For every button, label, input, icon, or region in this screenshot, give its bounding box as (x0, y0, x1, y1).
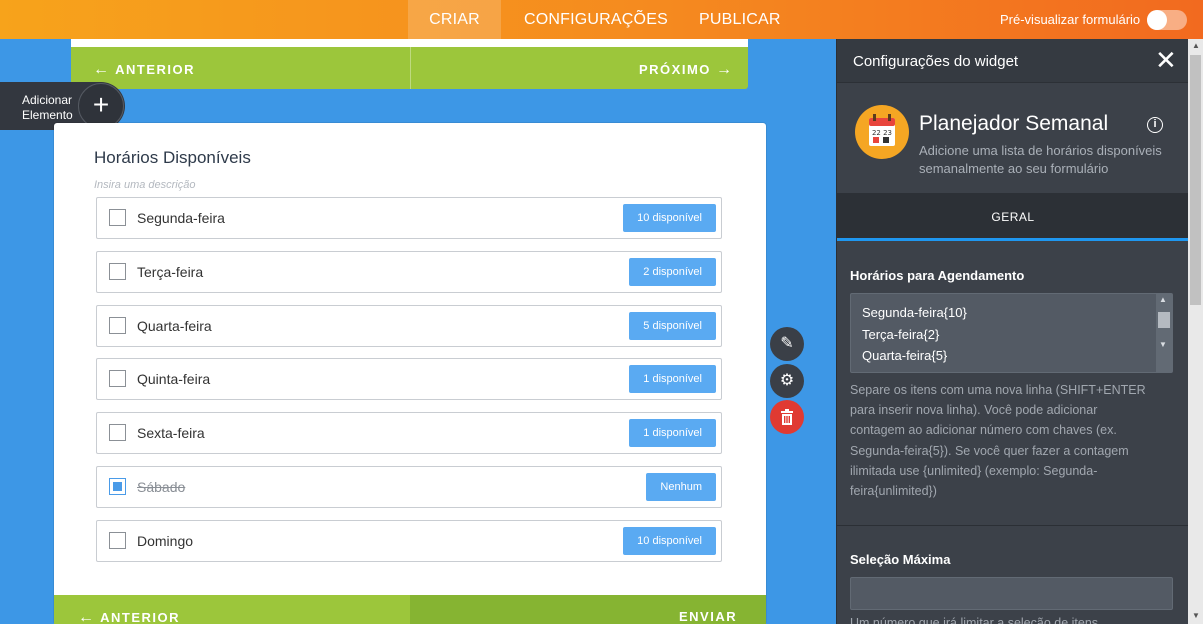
tab-underline (837, 238, 1189, 241)
scroll-up-icon[interactable]: ▲ (1159, 295, 1167, 304)
tab-publicar[interactable]: PUBLICAR (699, 0, 781, 39)
schedule-line: Terça-feira{2} (862, 326, 940, 342)
option-label: Sexta-feira (137, 425, 205, 441)
calendar-icon: 22 23 (855, 105, 909, 159)
schedule-label: Horários para Agendamento (850, 268, 1025, 283)
add-element-label-line1: Adicionar (22, 93, 73, 107)
calendar-icon-days: 22 23 (872, 129, 892, 137)
availability-badge: 10 disponível (623, 527, 716, 555)
widget-settings-panel: Configurações do widget ✕ 22 23 Planejad… (836, 39, 1189, 624)
tab-geral[interactable]: GERAL (837, 210, 1189, 224)
max-selection-label: Seleção Máxima (850, 552, 951, 567)
calendar-icon-svg: 22 23 (869, 114, 895, 146)
schedule-line: Quarta-feira{5} (862, 348, 948, 363)
option-checkbox[interactable] (109, 317, 126, 334)
option-row[interactable]: Segunda-feira 10 disponível (96, 197, 722, 239)
option-label: Segunda-feira (137, 210, 225, 226)
page-scrollbar[interactable]: ▲ ▼ (1188, 39, 1203, 624)
schedule-textarea[interactable]: Segunda-feira{10} Terça-feira{2} Quarta-… (850, 293, 1173, 373)
trash-icon[interactable] (770, 400, 804, 434)
option-label: Quarta-feira (137, 318, 212, 334)
option-row[interactable]: Sexta-feira 1 disponível (96, 412, 722, 454)
textarea-scrollbar[interactable]: ▲ ▼ (1156, 294, 1172, 372)
panel-title: Configurações do widget (853, 53, 1019, 70)
availability-badge: 10 disponível (623, 204, 716, 232)
option-label: Sábado (137, 479, 186, 495)
add-element-label: Adicionar Elemento (22, 93, 73, 123)
gear-icon[interactable]: ⚙ (770, 364, 804, 398)
preview-toggle[interactable] (1147, 10, 1187, 30)
option-label: Terça-feira (137, 264, 204, 280)
widget-description: Adicione uma lista de horários disponíve… (919, 143, 1162, 176)
prev-page-back-label: ANTERIOR (115, 62, 196, 77)
option-checkbox-checked[interactable] (109, 478, 126, 495)
widget-summary: 22 23 Planejador Semanal i Adicione uma … (837, 83, 1189, 193)
availability-badge: 1 disponível (629, 365, 716, 393)
form-card: Horários Disponíveis Insira uma descriçã… (54, 123, 766, 624)
max-selection-input[interactable] (850, 577, 1173, 610)
trash-icon-svg (781, 409, 793, 425)
form-footer: ← ANTERIOR ENVIAR (54, 595, 766, 624)
question-description[interactable]: Insira uma descrição (94, 179, 196, 191)
option-label: Domingo (137, 533, 194, 549)
prev-page-next-label: PRÓXIMO (639, 62, 711, 77)
availability-badge: 2 disponível (629, 258, 716, 286)
prev-page-back-button[interactable]: ← ANTERIOR (93, 61, 195, 79)
nav-divider (410, 47, 411, 89)
previous-page-card: ← ANTERIOR PRÓXIMO → (71, 39, 748, 89)
preview-form-label: Pré-visualizar formulário (1000, 12, 1141, 27)
schedule-help-text: Separe os itens com uma nova linha (SHIF… (850, 383, 1146, 499)
arrow-left-icon: ← (78, 609, 96, 624)
textarea-scroll-thumb[interactable] (1158, 312, 1170, 328)
scroll-down-icon[interactable]: ▼ (1192, 611, 1200, 620)
option-label: Quinta-feira (137, 371, 211, 387)
top-navigation-bar: CRIAR CONFIGURAÇÕES PUBLICAR Pré-visuali… (0, 0, 1203, 39)
availability-badge: Nenhum (646, 473, 716, 501)
panel-header: Configurações do widget ✕ (837, 39, 1189, 83)
toggle-knob (1147, 10, 1167, 30)
magic-wand-icon[interactable]: ✎ (770, 327, 804, 361)
tab-criar[interactable]: CRIAR (408, 0, 501, 39)
previous-page-card-bottom (71, 39, 748, 47)
max-selection-help: Um número que irá limitar a seleção de i… (850, 616, 1099, 624)
option-checkbox[interactable] (109, 532, 126, 549)
panel-tabbar: GERAL (837, 193, 1189, 241)
widget-name: Planejador Semanal (919, 112, 1109, 135)
form-back-button[interactable]: ← ANTERIOR (78, 609, 180, 624)
add-element-label-line2: Elemento (22, 108, 73, 122)
option-row[interactable]: Sábado Nenhum (96, 466, 722, 508)
option-checkbox[interactable] (109, 263, 126, 280)
prev-page-next-button[interactable]: PRÓXIMO → (639, 61, 734, 79)
option-checkbox[interactable] (109, 424, 126, 441)
form-back-label: ANTERIOR (100, 610, 181, 624)
option-checkbox[interactable] (109, 370, 126, 387)
page-scroll-thumb[interactable] (1190, 55, 1201, 305)
arrow-right-icon: → (716, 61, 734, 78)
arrow-left-icon: ← (93, 61, 111, 78)
option-row[interactable]: Terça-feira 2 disponível (96, 251, 722, 293)
close-icon[interactable]: ✕ (1155, 47, 1177, 73)
submit-button[interactable]: ENVIAR (679, 609, 737, 624)
option-row[interactable]: Domingo 10 disponível (96, 520, 722, 562)
availability-badge: 1 disponível (629, 419, 716, 447)
option-checkbox[interactable] (109, 209, 126, 226)
scroll-up-icon[interactable]: ▲ (1192, 41, 1200, 50)
question-title[interactable]: Horários Disponíveis (94, 148, 251, 168)
section-divider (837, 525, 1189, 526)
option-row[interactable]: Quarta-feira 5 disponível (96, 305, 722, 347)
tab-configuracoes[interactable]: CONFIGURAÇÕES (524, 0, 668, 39)
scroll-down-icon[interactable]: ▼ (1159, 340, 1167, 349)
availability-badge: 5 disponível (629, 312, 716, 340)
schedule-line: Segunda-feira{10} (862, 305, 967, 320)
info-icon[interactable]: i (1147, 117, 1163, 133)
option-row[interactable]: Quinta-feira 1 disponível (96, 358, 722, 400)
